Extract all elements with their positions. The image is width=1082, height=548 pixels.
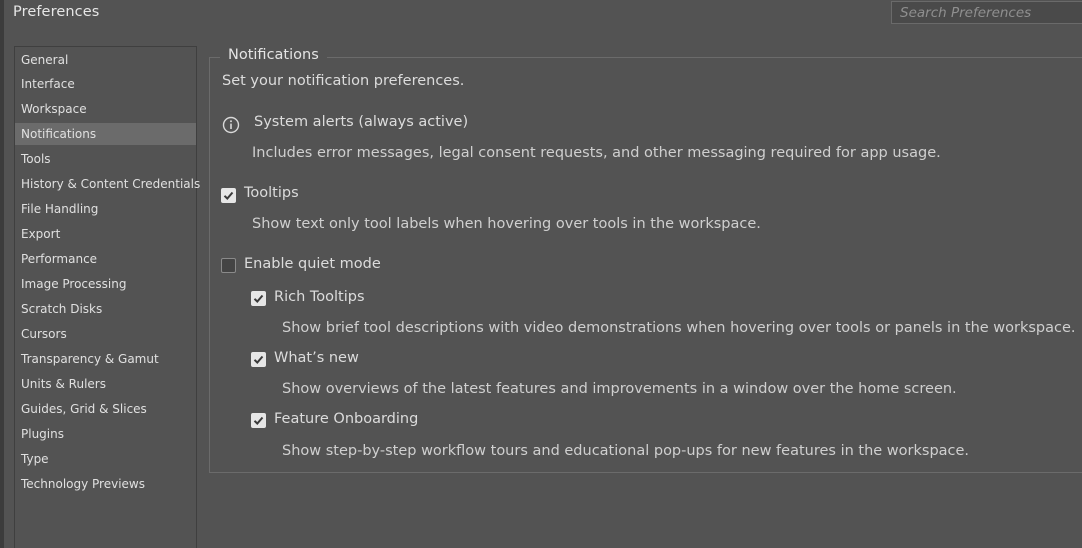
checkmark-icon — [223, 191, 234, 200]
sidebar-item-tools[interactable]: Tools — [15, 148, 196, 170]
tooltips-label[interactable]: Tooltips — [244, 185, 299, 201]
whats-new-checkbox[interactable] — [251, 352, 266, 367]
tooltips-description: Show text only tool labels when hovering… — [252, 216, 761, 232]
sidebar-item-notifications[interactable]: Notifications — [15, 123, 196, 145]
search-input[interactable] — [891, 1, 1082, 24]
tooltips-checkbox[interactable] — [221, 188, 236, 203]
whats-new-description: Show overviews of the latest features an… — [282, 381, 957, 397]
quiet-mode-label[interactable]: Enable quiet mode — [244, 256, 381, 272]
sidebar-item-type[interactable]: Type — [15, 448, 196, 470]
sidebar-item-units-rulers[interactable]: Units & Rulers — [15, 373, 196, 395]
feature-onboarding-label[interactable]: Feature Onboarding — [274, 411, 418, 427]
sidebar-item-interface[interactable]: Interface — [15, 73, 196, 95]
system-alerts-label: System alerts (always active) — [254, 114, 469, 130]
sidebar-item-export[interactable]: Export — [15, 223, 196, 245]
system-alerts-description: Includes error messages, legal consent r… — [252, 145, 941, 161]
sidebar-item-technology-previews[interactable]: Technology Previews — [15, 473, 196, 495]
sidebar-item-image-processing[interactable]: Image Processing — [15, 273, 196, 295]
info-icon — [222, 116, 240, 134]
sidebar-item-transparency-gamut[interactable]: Transparency & Gamut — [15, 348, 196, 370]
preferences-window: Preferences General Interface Workspace … — [0, 0, 1082, 548]
sidebar-item-history-content-credentials[interactable]: History & Content Credentials — [15, 173, 200, 195]
checkmark-icon — [253, 416, 264, 425]
rich-tooltips-description: Show brief tool descriptions with video … — [282, 320, 1076, 336]
window-edge — [0, 0, 4, 548]
quiet-mode-checkbox[interactable] — [221, 258, 236, 273]
feature-onboarding-description: Show step-by-step workflow tours and edu… — [282, 443, 970, 459]
sidebar-item-workspace[interactable]: Workspace — [15, 98, 196, 120]
sidebar-item-performance[interactable]: Performance — [15, 248, 196, 270]
sidebar-item-scratch-disks[interactable]: Scratch Disks — [15, 298, 196, 320]
sidebar-item-cursors[interactable]: Cursors — [15, 323, 196, 345]
rich-tooltips-label[interactable]: Rich Tooltips — [274, 289, 365, 305]
panel-intro: Set your notification preferences. — [222, 73, 465, 89]
sidebar-item-file-handling[interactable]: File Handling — [15, 198, 196, 220]
checkmark-icon — [253, 294, 264, 303]
sidebar-item-plugins[interactable]: Plugins — [15, 423, 196, 445]
checkmark-icon — [253, 355, 264, 364]
rich-tooltips-checkbox[interactable] — [251, 291, 266, 306]
preferences-sidebar: General Interface Workspace Notification… — [14, 46, 200, 548]
sidebar-item-general[interactable]: General — [15, 49, 196, 71]
sidebar-item-guides-grid-slices[interactable]: Guides, Grid & Slices — [15, 398, 196, 420]
window-title: Preferences — [13, 4, 100, 20]
panel-title: Notifications — [220, 47, 327, 63]
whats-new-label[interactable]: What’s new — [274, 350, 359, 366]
feature-onboarding-checkbox[interactable] — [251, 413, 266, 428]
